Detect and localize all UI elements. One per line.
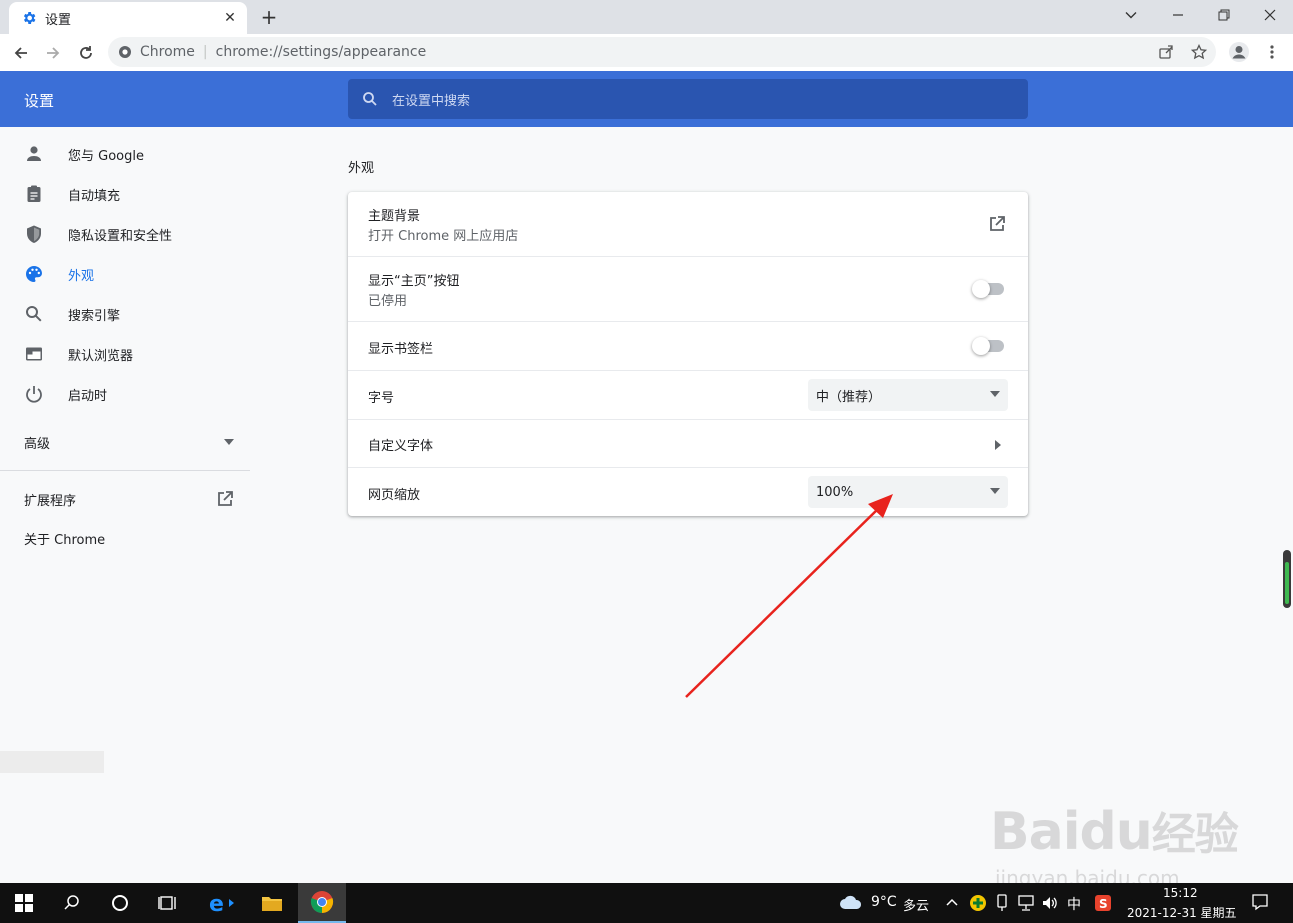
svg-text:S: S: [1099, 897, 1108, 911]
chrome-taskbar-button[interactable]: [298, 883, 346, 923]
security-tray-icon[interactable]: [969, 894, 987, 912]
file-explorer-button[interactable]: [248, 883, 296, 923]
baidu-watermark: Baidu经验: [990, 802, 1239, 862]
clock-date[interactable]: 2021-12-31 星期五: [1127, 904, 1237, 921]
search-icon: [64, 895, 79, 910]
ime-indicator[interactable]: 中: [1067, 894, 1081, 914]
chevron-up-icon[interactable]: [946, 897, 958, 907]
chrome-icon: [310, 891, 334, 913]
svg-text:e: e: [209, 892, 224, 915]
notification-icon[interactable]: [1251, 893, 1269, 911]
weather-temperature[interactable]: 9°C: [871, 894, 897, 910]
scrollbar-thumb[interactable]: [1283, 550, 1291, 608]
network-icon[interactable]: [1017, 894, 1035, 912]
cortana-icon: [112, 895, 128, 911]
taskbar: e 9°C 多云 中 S 15:12 2021-12-31 星期五: [0, 883, 1293, 923]
taskbar-search-button[interactable]: [48, 883, 96, 923]
windows-icon: [15, 894, 33, 912]
weather-description[interactable]: 多云: [903, 895, 929, 914]
sogou-input-icon[interactable]: S: [1094, 894, 1112, 912]
task-view-icon: [158, 896, 176, 910]
internet-explorer-icon: e: [209, 892, 234, 915]
clock-time[interactable]: 15:12: [1163, 886, 1198, 900]
cloud-icon: [840, 895, 862, 909]
folder-icon: [262, 897, 282, 911]
ie-taskbar-button[interactable]: e: [198, 883, 246, 923]
cortana-button[interactable]: [96, 883, 144, 923]
volume-icon[interactable]: [1041, 894, 1059, 912]
start-button[interactable]: [0, 883, 48, 923]
usb-icon[interactable]: [995, 894, 1009, 912]
annotation-arrow: [685, 494, 893, 698]
task-view-button[interactable]: [144, 883, 192, 923]
